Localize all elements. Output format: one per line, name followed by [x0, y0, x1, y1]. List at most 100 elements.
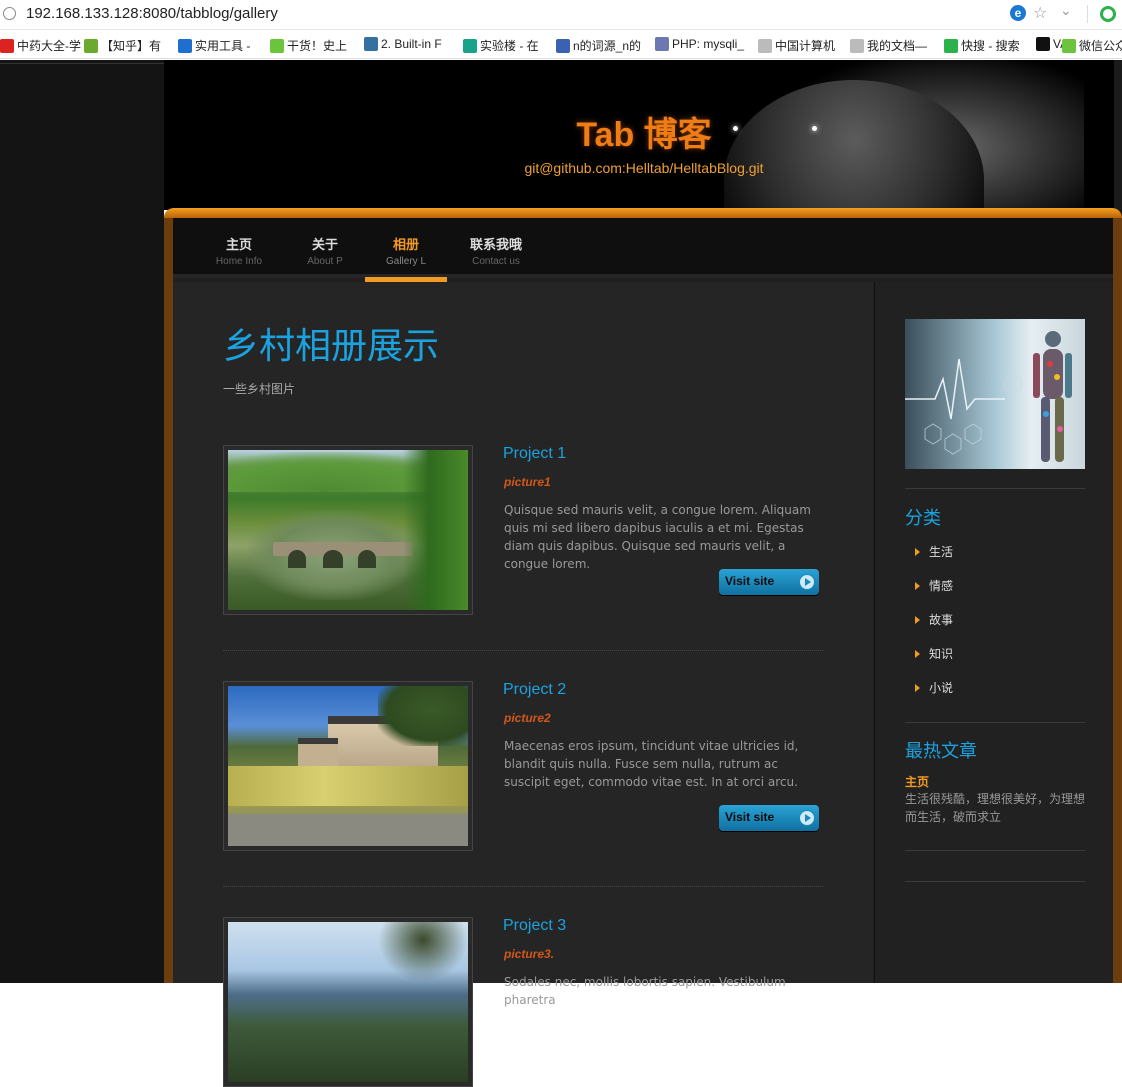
village-house-photo [228, 686, 468, 846]
visit-site-button[interactable]: Visit site [719, 569, 819, 595]
category-item[interactable]: 小说 [915, 679, 953, 696]
nav-item-about[interactable]: 关于 About P [295, 234, 355, 267]
project-item: Project 2 picture2 Maecenas eros ipsum, … [223, 681, 823, 851]
project-description: Sodales nec, mollis lobortis sapien. Ves… [504, 975, 786, 1007]
bookmark-item[interactable]: 【知乎】有 [84, 37, 161, 54]
ie-compat-icon[interactable]: e [1010, 5, 1026, 21]
project-divider [223, 886, 823, 887]
bookmark-label: PHP: mysqli_ [672, 37, 745, 51]
toolbar-divider [1087, 5, 1088, 23]
nav-item-title: 主页 [225, 237, 252, 252]
project-title[interactable]: Project 3 [503, 917, 566, 935]
bookmark-item[interactable]: 实用工具 - [178, 37, 250, 54]
category-item[interactable]: 故事 [915, 611, 953, 628]
wechat-icon [270, 38, 284, 53]
project-thumbnail[interactable] [223, 445, 473, 615]
body-silhouette [1033, 331, 1072, 462]
nav-item-subtitle: Home Info [215, 256, 263, 267]
nav-item-subtitle: About P [307, 256, 343, 267]
nav-item-title: 相册 [392, 237, 419, 252]
nav-item-home[interactable]: 主页 Home Info [203, 234, 275, 267]
category-item[interactable]: 情感 [915, 577, 953, 594]
address-bar: 192.168.133.128:8080/tabblog/gallery e ☆… [0, 0, 1122, 30]
mountain-landscape-photo [228, 922, 468, 1082]
bookmark-label: 【知乎】有 [101, 39, 162, 53]
project-title[interactable]: Project 1 [503, 445, 566, 463]
nav-item-title: 关于 [311, 237, 338, 252]
sidebar-divider [905, 850, 1085, 851]
bridge-river-photo [228, 450, 468, 610]
bookmark-item[interactable]: 我的文档— [850, 37, 927, 54]
bookmark-label: 中国计算机 [775, 39, 836, 53]
category-item[interactable]: 知识 [915, 645, 953, 662]
project-divider [223, 650, 823, 651]
kuaisou-icon [944, 38, 958, 53]
security-icon[interactable] [3, 7, 16, 20]
page-icon [758, 38, 772, 53]
sidebar-divider [905, 488, 1085, 489]
zhihu-icon [84, 38, 98, 53]
bookmark-label: 微信公众 [1079, 39, 1122, 53]
extension-icon[interactable] [1100, 6, 1116, 22]
bookmarks-bar: 中药大全-学 【知乎】有 实用工具 - 干货！史上 2. Built-in F 实验楼 -… [0, 31, 1122, 59]
heartbeat-graphic [905, 331, 1072, 462]
project-subtitle: picture1 [504, 475, 551, 489]
bookmark-label: 我的文档— [867, 39, 928, 53]
nav-item-subtitle: Gallery L [385, 256, 426, 267]
main-content: 乡村相册展示 一些乡村图片 Project 1 picture1 Quisque… [173, 282, 873, 1087]
bookmark-label: 实用工具 - [195, 39, 251, 53]
bookmark-item[interactable]: PHP: mysqli_ [655, 37, 744, 51]
bookmark-item[interactable]: 干货！史上 [270, 37, 347, 54]
bookmark-item[interactable]: 中药大全-学 [0, 37, 81, 54]
frame-top-border [164, 208, 1122, 218]
va-icon [1036, 37, 1050, 51]
play-arrow-icon [799, 810, 815, 826]
bookmark-label: 快搜 - 搜索 [961, 39, 1020, 53]
nav-item-gallery[interactable]: 相册 Gallery L [373, 234, 439, 267]
bookmark-item[interactable]: 2. Built-in F [364, 37, 442, 51]
nav-item-subtitle: Contact us [472, 256, 520, 267]
chevron-down-icon[interactable]: ⌄ [1060, 3, 1072, 19]
bookmark-item[interactable]: n的词源_n的 [556, 37, 641, 54]
python-icon [364, 37, 378, 51]
content-inner: 主页 Home Info 关于 About P 相册 Gallery L 联系我… [173, 218, 1113, 1087]
health-banner-image [905, 319, 1085, 469]
category-item[interactable]: 生活 [915, 543, 953, 560]
project-title[interactable]: Project 2 [503, 681, 566, 699]
bookmark-item[interactable]: 快搜 - 搜索 [944, 37, 1020, 54]
dict-icon [556, 38, 570, 53]
bookmark-item[interactable]: 中国计算机 [758, 37, 835, 54]
favorite-star-icon[interactable]: ☆ [1033, 3, 1047, 22]
page-icon [850, 38, 864, 53]
site-header: Tab 博客 git@github.com:Helltab/HelltabBlo… [164, 60, 1114, 210]
herb-icon [0, 38, 14, 53]
nav-item-contact[interactable]: 联系我哦 Contact us [455, 234, 537, 267]
sidebar-divider [905, 722, 1085, 723]
project-item: Project 1 picture1 Quisque sed mauris ve… [223, 445, 823, 615]
site-title[interactable]: Tab 博客 [164, 107, 1114, 156]
hot-article-description: 生活很残酷，理想很美好，为理想而生活，破而求立 [905, 792, 1086, 824]
hot-articles-title: 最热文章 [905, 741, 977, 761]
bookmark-label: 实验楼 - 在 [480, 39, 539, 53]
bookmark-label: 干货！史上 [287, 39, 348, 53]
url-field[interactable]: 192.168.133.128:8080/tabblog/gallery [26, 5, 278, 22]
sidebar-divider [905, 881, 1085, 882]
bookmark-item[interactable]: 实验楼 - 在 [463, 37, 539, 54]
visit-site-button[interactable]: Visit site [719, 805, 819, 831]
hot-article-title[interactable]: 主页 [905, 773, 929, 790]
play-arrow-icon [799, 574, 815, 590]
bookmark-label: n的词源_n的 [573, 39, 642, 53]
shiyanlou-icon [463, 38, 477, 53]
project-item: Project 3 picture3. Sodales nec, mollis … [223, 917, 823, 1087]
left-blank-area [0, 60, 164, 983]
nav-item-title: 联系我哦 [469, 237, 522, 252]
project-thumbnail[interactable] [223, 681, 473, 851]
bookmark-item[interactable]: 微信公众 [1062, 37, 1122, 54]
visit-site-label: Visit site [725, 574, 775, 588]
wechat-icon [1062, 38, 1076, 53]
php-icon [655, 37, 669, 51]
project-thumbnail[interactable] [223, 917, 473, 1087]
drop-icon [178, 38, 192, 53]
sidebar: 分类 生活 情感 故事 知识 小说 最热文章 主页 生活很残酷，理想很美好，为理… [874, 282, 1113, 983]
main-nav: 主页 Home Info 关于 About P 相册 Gallery L 联系我… [173, 218, 1113, 288]
